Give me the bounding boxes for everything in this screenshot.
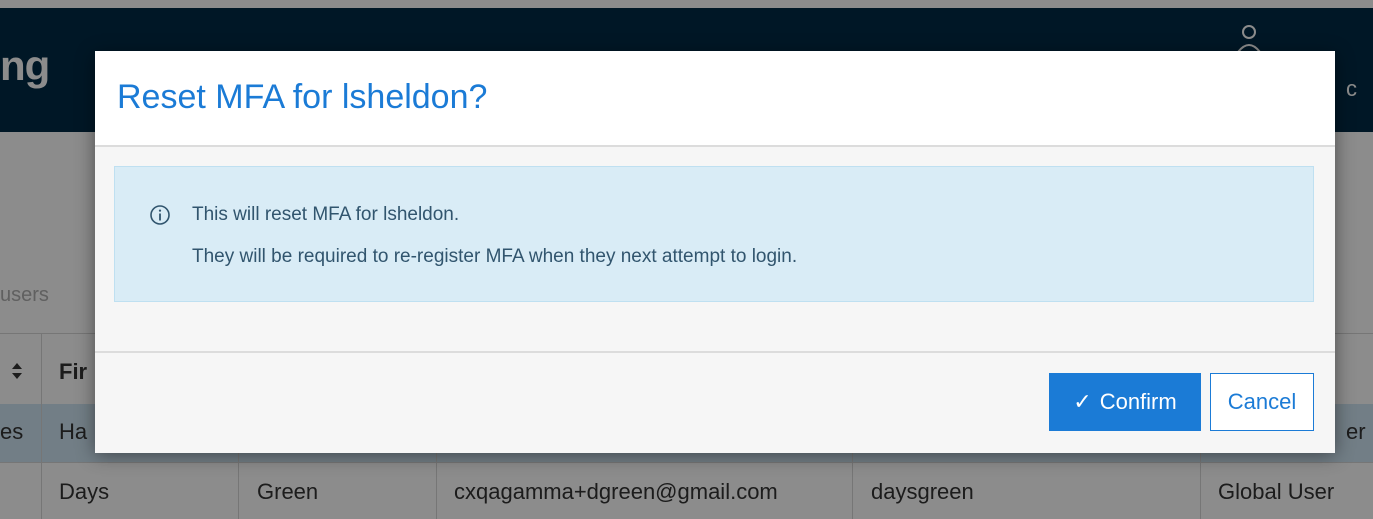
alert-message: This will reset MFA for lsheldon. (192, 204, 460, 225)
page: ng c users Fir es Ha er Days Green cxqag… (0, 0, 1373, 519)
dialog-header: Reset MFA for lsheldon? (95, 51, 1335, 147)
cancel-button[interactable]: Cancel (1210, 373, 1314, 431)
checkmark-icon: ✓ (1073, 389, 1092, 414)
dialog-footer: ✓ Confirm Cancel (95, 351, 1335, 453)
confirm-button[interactable]: ✓ Confirm (1049, 373, 1201, 431)
dialog-title: Reset MFA for lsheldon? (117, 78, 488, 116)
info-icon (150, 205, 170, 225)
alert-detail: They will be required to re-register MFA… (192, 246, 798, 267)
info-alert: This will reset MFA for lsheldon. They w… (114, 166, 1314, 302)
confirm-label: Confirm (1099, 389, 1177, 414)
reset-mfa-dialog: Reset MFA for lsheldon? This will reset … (95, 51, 1335, 453)
